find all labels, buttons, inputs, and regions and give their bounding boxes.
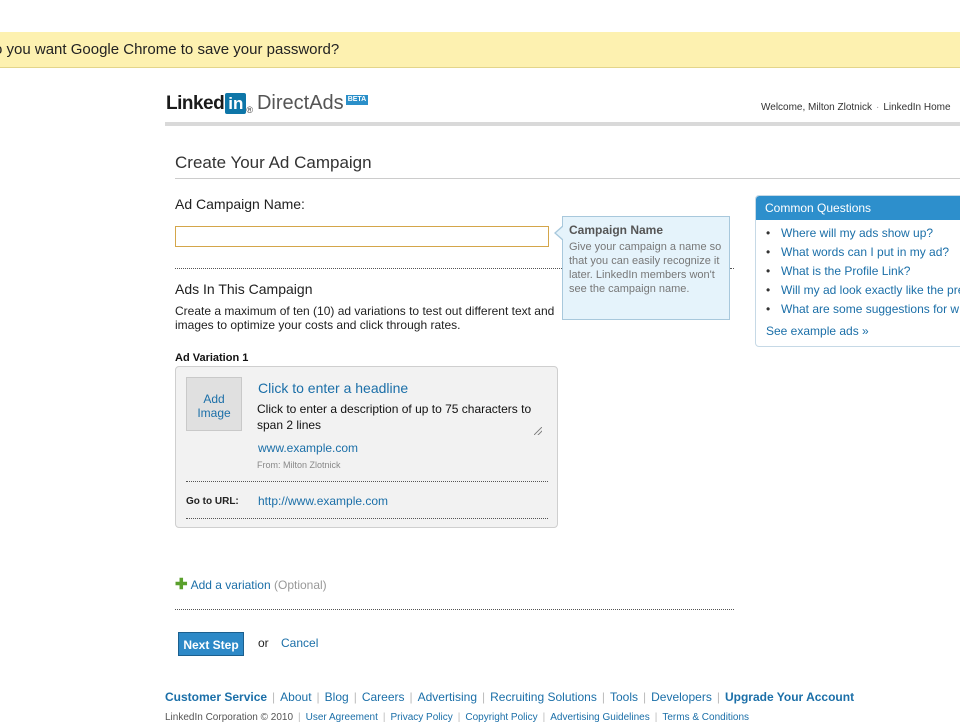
footer-link-about[interactable]: About — [280, 690, 311, 704]
footer-separator: | — [353, 690, 357, 704]
footer-link-copyright-policy[interactable]: Copyright Policy — [465, 712, 537, 723]
ad-variation-card: Add Image Click to enter a headline Clic… — [175, 366, 558, 528]
footer-link-careers[interactable]: Careers — [362, 690, 405, 704]
footer-separator: | — [382, 712, 386, 723]
tooltip-arrow-inner — [556, 226, 564, 240]
footer-separator: | — [716, 690, 720, 704]
footer-legal: LinkedIn Corporation © 2010 | User Agreeme… — [165, 712, 749, 723]
welcome-bar: Welcome, Milton Zlotnick · LinkedIn Home — [761, 102, 951, 113]
tooltip-body: Give your campaign a name so that you ca… — [569, 241, 722, 295]
footer-link-upgrade-account[interactable]: Upgrade Your Account — [725, 690, 854, 704]
password-infobar: o you want Google Chrome to save your pa… — [0, 32, 960, 68]
footer-link-privacy-policy[interactable]: Privacy Policy — [391, 712, 453, 723]
logo-directads-text: DirectAds — [256, 92, 344, 114]
next-step-button[interactable]: Next Step — [178, 632, 244, 656]
footer-link-user-agreement[interactable]: User Agreement — [306, 712, 378, 723]
add-variation-optional: (Optional) — [273, 578, 327, 592]
linkedin-directads-logo[interactable]: Linked in ® DirectAds BETA — [166, 92, 369, 118]
question-link[interactable]: Will my ad look exactly like the pre — [756, 281, 960, 300]
add-variation-link[interactable]: Add a variation — [191, 578, 271, 592]
logo-linked-text: Linked — [166, 93, 225, 114]
infobar-text: o you want Google Chrome to save your pa… — [0, 41, 340, 58]
footer-copyright: LinkedIn Corporation © 2010 — [165, 712, 294, 723]
question-link[interactable]: What are some suggestions for w — [756, 300, 960, 319]
footer-link-blog[interactable]: Blog — [325, 690, 349, 704]
footer-link-customer-service[interactable]: Customer Service — [165, 690, 267, 704]
logo-registered-mark: ® — [246, 105, 253, 115]
or-text: or — [258, 636, 269, 650]
section-divider — [175, 268, 562, 269]
footer-separator: | — [643, 690, 647, 704]
ad-card-divider-bottom — [186, 518, 548, 519]
see-example-ads-link[interactable]: See example ads » — [756, 324, 960, 338]
footer-separator: | — [601, 690, 605, 704]
ad-from-text: From: Milton Zlotnick — [257, 460, 341, 470]
campaign-name-label: Ad Campaign Name: — [175, 196, 305, 212]
actions-divider — [175, 609, 734, 610]
ad-display-url[interactable]: www.example.com — [258, 441, 358, 455]
footer-separator: | — [654, 712, 658, 723]
ad-description-text: Click to enter a description of up to 75… — [257, 402, 532, 432]
footer-link-developers[interactable]: Developers — [651, 690, 712, 704]
footer-separator: | — [409, 690, 413, 704]
ad-description-field[interactable]: Click to enter a description of up to 75… — [257, 401, 542, 435]
campaign-name-tooltip: Campaign Name Give your campaign a name … — [554, 216, 730, 320]
footer-link-advertising[interactable]: Advertising — [418, 690, 477, 704]
campaign-name-input[interactable] — [175, 226, 549, 247]
footer-separator: | — [316, 690, 320, 704]
ad-card-divider-top — [186, 481, 548, 482]
footer-separator: | — [457, 712, 461, 723]
footer-nav: Customer Service | About | Blog | Careers | Adve… — [165, 690, 854, 704]
resize-grip-icon[interactable] — [534, 427, 542, 435]
tooltip-title: Campaign Name — [569, 223, 664, 237]
beta-badge: BETA — [345, 95, 369, 105]
page-title: Create Your Ad Campaign — [175, 153, 372, 172]
footer-separator: | — [482, 690, 486, 704]
ads-section-description: Create a maximum of ten (10) ad variatio… — [175, 304, 555, 332]
add-image-button[interactable]: Add Image — [186, 377, 242, 431]
footer-separator: | — [298, 712, 301, 723]
common-questions-panel: Common Questions Where will my ads show … — [755, 195, 960, 347]
goto-url-label: Go to URL: — [186, 496, 239, 507]
common-questions-list: Where will my ads show up? What words ca… — [756, 224, 960, 319]
footer-link-tools[interactable]: Tools — [610, 690, 638, 704]
section-divider-tail — [730, 268, 734, 269]
ad-variation-label: Ad Variation 1 — [175, 352, 249, 364]
cancel-link[interactable]: Cancel — [281, 636, 318, 650]
ad-headline-field[interactable]: Click to enter a headline — [258, 380, 408, 396]
header-divider — [165, 122, 960, 126]
question-link[interactable]: What is the Profile Link? — [756, 262, 960, 281]
common-questions-title: Common Questions — [756, 196, 960, 220]
add-variation-row: ✚ Add a variation (Optional) — [175, 575, 327, 593]
footer-separator: | — [542, 712, 546, 723]
welcome-text: Welcome, Milton Zlotnick — [761, 102, 872, 113]
question-link[interactable]: Where will my ads show up? — [756, 224, 960, 243]
logo-in-box: in — [225, 93, 247, 114]
goto-url-field[interactable]: http://www.example.com — [258, 494, 388, 508]
welcome-separator: · — [875, 102, 880, 113]
linkedin-home-link[interactable]: LinkedIn Home — [883, 102, 950, 113]
footer-link-terms-conditions[interactable]: Terms & Conditions — [662, 712, 749, 723]
footer-link-recruiting-solutions[interactable]: Recruiting Solutions — [490, 690, 597, 704]
ads-section-title: Ads In This Campaign — [175, 281, 313, 297]
footer-separator: | — [272, 690, 276, 704]
footer-link-advertising-guidelines[interactable]: Advertising Guidelines — [550, 712, 650, 723]
title-divider — [175, 178, 960, 179]
plus-icon[interactable]: ✚ — [175, 576, 188, 593]
question-link[interactable]: What words can I put in my ad? — [756, 243, 960, 262]
